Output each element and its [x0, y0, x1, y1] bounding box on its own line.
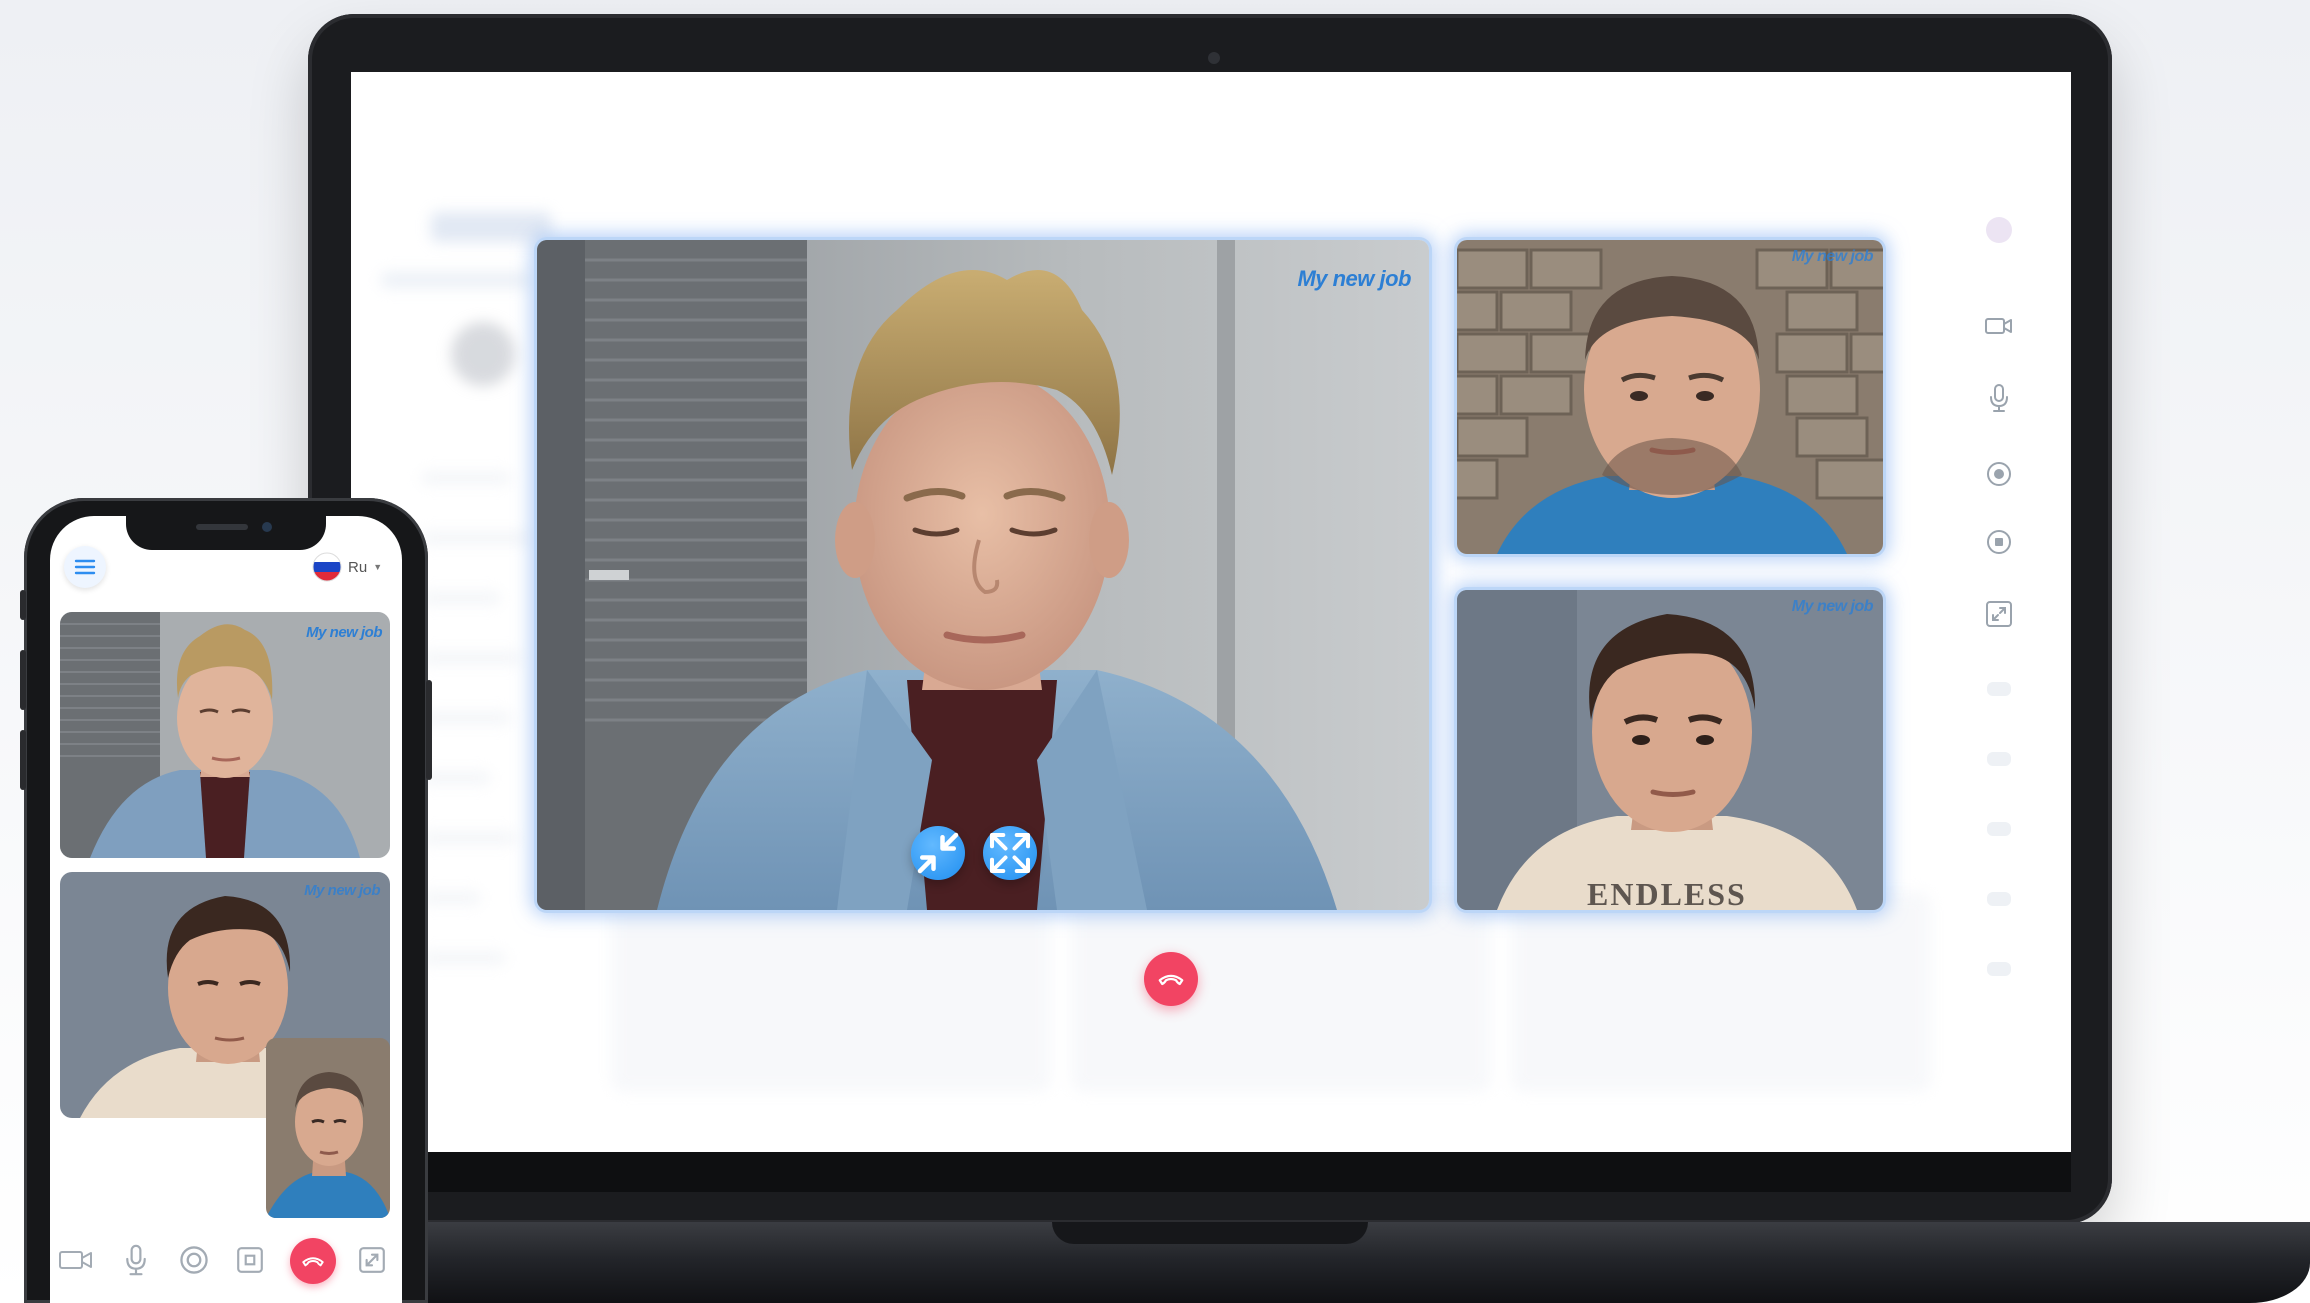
language-label: Ru	[348, 558, 368, 576]
side-video-tile-2[interactable]: My new job ENDLESS	[1457, 590, 1883, 910]
russia-flag-icon	[312, 552, 342, 582]
rail-avatar-faint	[1981, 212, 2017, 248]
phone-notch	[126, 516, 326, 550]
shirt-print: ENDLESS	[1587, 876, 1747, 910]
participant-video	[1457, 590, 1883, 910]
phone-speaker	[196, 524, 248, 530]
rail-placeholder	[1987, 682, 2011, 696]
rail-placeholder	[1987, 752, 2011, 766]
laptop-base-notch	[1052, 1222, 1368, 1244]
sidebar-microphone-button[interactable]	[1981, 380, 2017, 416]
exit-fullscreen-icon	[1986, 601, 2012, 627]
phone-side-button	[20, 590, 26, 620]
phone-hangup-icon	[302, 1257, 324, 1267]
video-camera-icon	[59, 1251, 92, 1269]
phone-record-button[interactable]	[174, 1240, 214, 1280]
side-tile-2-watermark: My new job	[1791, 598, 1874, 615]
phone-screen: Ru ▼ My new job My new job	[50, 516, 402, 1303]
phone-fullscreen-button[interactable]	[352, 1240, 392, 1280]
laptop-screen: My new job My new job My new job ENDLESS	[351, 72, 2071, 1152]
sidebar-stop-button[interactable]	[1981, 524, 2017, 560]
phone-hangup-icon	[1158, 974, 1184, 986]
fullscreen-button[interactable]	[983, 826, 1037, 880]
language-selector[interactable]: Ru ▼	[312, 552, 382, 582]
phone-self-view[interactable]	[266, 1038, 390, 1218]
phone-video-tile-1[interactable]: My new job	[60, 612, 390, 858]
stop-icon	[237, 1247, 263, 1273]
participant-video	[266, 1038, 390, 1218]
laptop-camera	[1208, 52, 1220, 64]
hamburger-menu-icon	[74, 559, 96, 575]
phone-front-camera	[262, 522, 272, 532]
record-icon	[1987, 462, 2011, 486]
minimize-icon	[917, 832, 959, 874]
laptop-chin	[351, 1152, 2071, 1192]
fullscreen-icon	[359, 1247, 385, 1273]
rail-placeholder	[1987, 892, 2011, 906]
minimize-button[interactable]	[911, 826, 965, 880]
phone-side-button	[20, 730, 26, 790]
stop-icon	[1987, 530, 2011, 554]
side-video-tile-1[interactable]: My new job	[1457, 240, 1883, 554]
sidebar-camera-button[interactable]	[1981, 308, 2017, 344]
chevron-down-icon: ▼	[373, 562, 383, 572]
phone-hangup-button[interactable]	[290, 1238, 336, 1284]
microphone-icon	[1990, 384, 2008, 412]
participant-video	[537, 240, 1429, 910]
main-tile-watermark: My new job	[1297, 266, 1411, 291]
phone-stop-button[interactable]	[230, 1240, 270, 1280]
phone-camera-button[interactable]	[56, 1240, 96, 1280]
phone-tile-1-watermark: My new job	[306, 624, 382, 641]
participant-video	[1457, 240, 1883, 554]
phone-side-button	[426, 680, 432, 780]
sidebar-record-button[interactable]	[1981, 456, 2017, 492]
participant-video	[60, 612, 390, 858]
hamburger-menu-button[interactable]	[64, 546, 106, 588]
sidebar-exit-fullscreen-button[interactable]	[1981, 596, 2017, 632]
fullscreen-icon	[989, 832, 1031, 874]
phone-tile-2-watermark: My new job	[304, 882, 380, 899]
rail-placeholder	[1987, 962, 2011, 976]
main-video-tile[interactable]: My new job	[537, 240, 1429, 910]
video-camera-icon	[1985, 318, 2012, 334]
record-icon	[180, 1246, 208, 1274]
hangup-button[interactable]	[1144, 952, 1198, 1006]
rail-placeholder	[1987, 822, 2011, 836]
phone-microphone-button[interactable]	[116, 1240, 156, 1280]
side-tile-1-watermark: My new job	[1791, 248, 1874, 265]
microphone-icon	[126, 1244, 146, 1276]
phone-side-button	[20, 650, 26, 710]
